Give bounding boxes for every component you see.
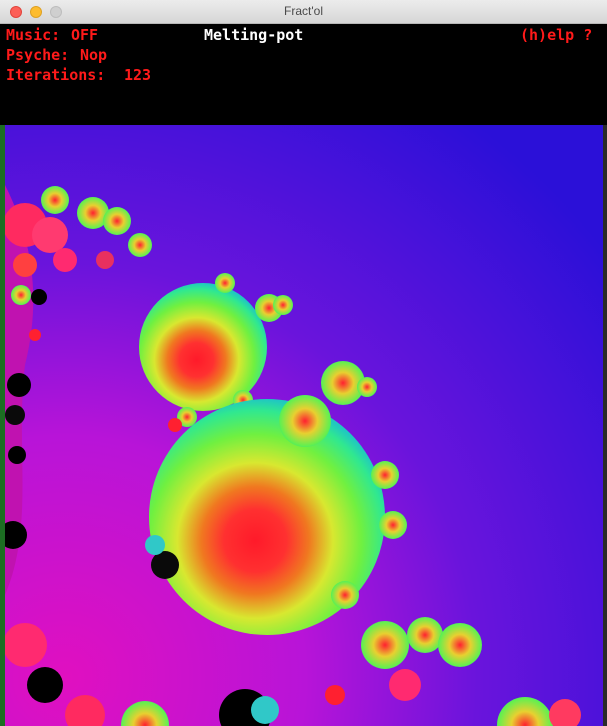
window-right-edge	[603, 125, 607, 726]
psyche-label: Psyche:	[6, 46, 70, 64]
fractal-canvas[interactable]	[5, 125, 603, 726]
iterations-value: 123	[124, 66, 152, 84]
music-value: OFF	[71, 26, 99, 44]
music-label: Music:	[6, 26, 61, 44]
help-hint: (h)elp ?	[520, 26, 593, 44]
iterations-label: Iterations:	[6, 66, 106, 84]
fractal-name: Melting-pot	[204, 26, 304, 44]
hud-panel: Music: OFF Melting-pot (h)elp ? Psyche: …	[0, 24, 607, 125]
fractol-window: Fract'ol Music: OFF Melting-pot (h)elp ?…	[0, 0, 607, 726]
title-bar[interactable]: Fract'ol	[0, 0, 607, 24]
fractal-image	[5, 125, 603, 726]
window-title: Fract'ol	[284, 4, 323, 18]
psyche-value: Nop	[80, 46, 108, 64]
